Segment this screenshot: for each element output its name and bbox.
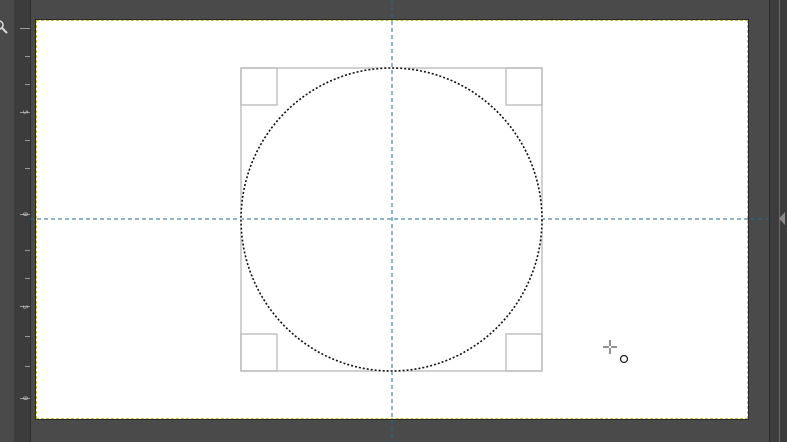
workspace[interactable]: 5 0 5 0 — [0, 0, 787, 442]
corner-handle-bottom-left[interactable] — [240, 333, 278, 372]
corner-handle-top-right[interactable] — [505, 67, 543, 106]
ruler-label: 0 — [21, 396, 29, 401]
canvas-overlay[interactable] — [0, 0, 787, 442]
ruler-label: 5 — [21, 110, 29, 115]
ruler-label: 0 — [21, 212, 29, 217]
crosshair-ellipse-cursor-icon — [603, 340, 629, 364]
ruler-label: 5 — [21, 305, 29, 310]
corner-handle-top-left[interactable] — [240, 67, 278, 106]
corner-handle-bottom-right[interactable] — [505, 333, 543, 372]
